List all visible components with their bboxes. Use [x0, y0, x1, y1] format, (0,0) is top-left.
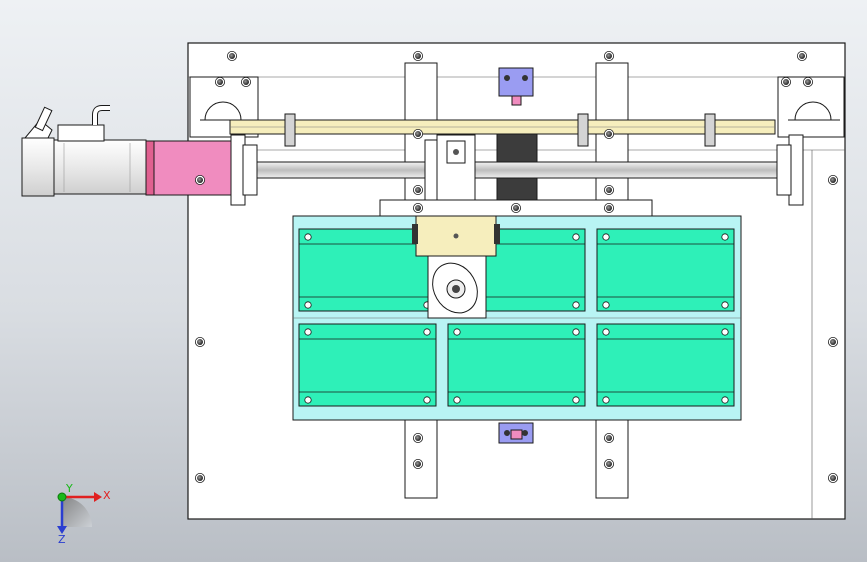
cad-viewport[interactable]: X Y Z: [0, 0, 867, 562]
screw: [828, 336, 839, 347]
screw: [797, 51, 808, 62]
x-axis-arrow: [94, 492, 102, 502]
screw: [604, 51, 615, 62]
nut-block[interactable]: [424, 134, 476, 204]
screw: [828, 472, 839, 483]
screw: [604, 458, 615, 469]
motor-coupling[interactable]: [145, 140, 232, 196]
screw: [214, 77, 225, 88]
green-block: [447, 323, 586, 407]
screw: [412, 184, 423, 195]
cad-drawing[interactable]: X Y Z: [0, 0, 867, 562]
screw: [604, 432, 615, 443]
carriage[interactable]: [412, 215, 500, 257]
z-axis-label: Z: [58, 533, 66, 546]
screw: [412, 432, 423, 443]
screw: [194, 336, 205, 347]
green-block: [596, 228, 735, 312]
linear-scale-bar[interactable]: [229, 119, 776, 135]
screw: [412, 128, 423, 139]
x-axis-label: X: [103, 489, 111, 502]
screw: [412, 202, 423, 213]
screw: [604, 128, 615, 139]
screw: [412, 458, 423, 469]
screw: [412, 51, 423, 62]
screw: [781, 77, 792, 88]
axis-triad[interactable]: X Y Z: [57, 482, 111, 546]
green-block: [596, 323, 735, 407]
screw: [226, 51, 237, 62]
y-axis-dot: [57, 492, 67, 502]
screw: [194, 472, 205, 483]
screw: [604, 184, 615, 195]
screw: [510, 202, 521, 213]
green-block: [298, 323, 437, 407]
bottom-limit-switch[interactable]: [498, 422, 534, 444]
screw: [803, 77, 814, 88]
y-axis-label: Y: [65, 482, 73, 495]
ball-screw-rod[interactable]: [237, 161, 791, 179]
screw: [604, 202, 615, 213]
screw: [194, 174, 205, 185]
screw: [240, 77, 251, 88]
cam-plate[interactable]: [424, 255, 487, 321]
servo-motor[interactable]: [21, 105, 147, 197]
screw: [828, 174, 839, 185]
